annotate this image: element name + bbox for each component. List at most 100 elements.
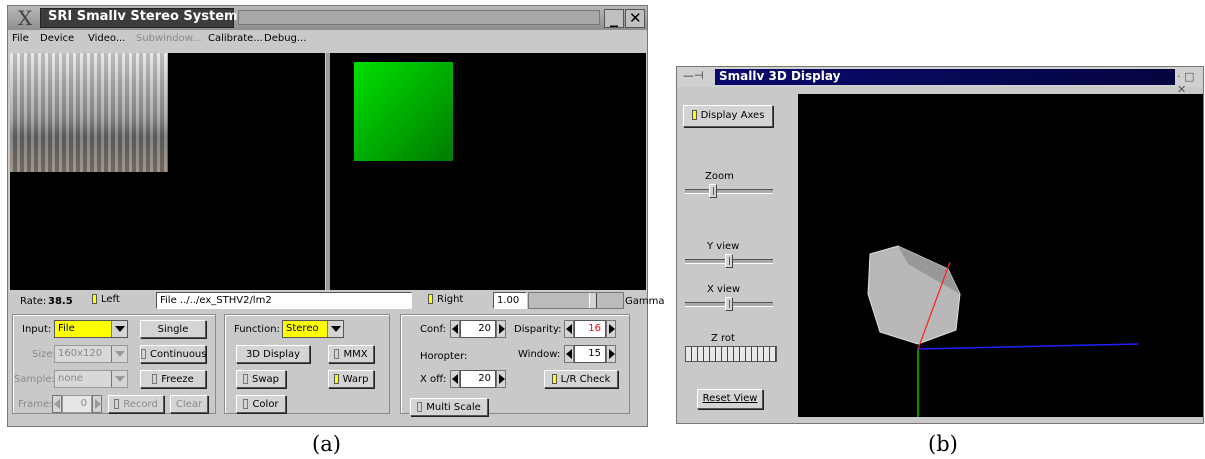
size-label: Size: [32, 349, 56, 360]
yview-label: Y view [707, 241, 740, 252]
xoff-spinner[interactable]: 20 [450, 370, 508, 388]
frame-decrement-icon[interactable] [52, 395, 62, 413]
gamma-slider[interactable] [528, 292, 624, 309]
right-toggle-label: Right [437, 294, 464, 305]
caption-a: (a) [312, 432, 341, 456]
freeze-button[interactable]: Freeze [140, 370, 206, 388]
conf-spinner[interactable]: 20 [450, 320, 508, 338]
conf-decrement-icon[interactable] [450, 320, 460, 338]
lr-check-button[interactable]: L/R Check [544, 370, 618, 388]
menu-device[interactable]: Device [40, 33, 74, 44]
menu-debug[interactable]: Debug... [264, 33, 306, 44]
warp-button[interactable]: Warp [328, 370, 374, 388]
sample-label: Sample: [14, 374, 55, 385]
file-path-field[interactable]: File ../../ex_STHV2/lm2 [156, 292, 412, 309]
conf-value[interactable]: 20 [460, 320, 496, 338]
window-decrement-icon[interactable] [564, 345, 574, 363]
multi-scale-indicator-icon [417, 402, 423, 412]
window-title: SRI Smallv Stereo System [48, 9, 238, 24]
xview-slider-knob[interactable] [725, 297, 733, 311]
right-image-pane[interactable] [330, 53, 646, 290]
clear-button[interactable]: Clear [170, 395, 208, 413]
title-bar-b[interactable]: —⊣ Smallv 3D Display · □ ✕ [677, 67, 1203, 96]
close-icon: ✕ [629, 9, 642, 27]
mmx-button[interactable]: MMX [328, 345, 374, 363]
left-image-pane[interactable] [10, 53, 325, 290]
gamma-value-field[interactable]: 1.00 [493, 292, 527, 309]
right-toggle[interactable]: Right [428, 294, 463, 305]
menu-video[interactable]: Video... [88, 33, 125, 44]
left-camera-image [10, 53, 168, 172]
xoff-value[interactable]: 20 [460, 370, 496, 388]
menu-calibrate[interactable]: Calibrate... [208, 33, 263, 44]
yview-slider[interactable] [685, 254, 773, 268]
function-select-value: Stereo [286, 323, 319, 334]
swap-indicator-icon [242, 374, 248, 384]
gamma-slider-knob[interactable] [589, 293, 597, 308]
xoff-decrement-icon[interactable] [450, 370, 460, 388]
frame-value[interactable]: 0 [62, 395, 92, 413]
menu-subwindow[interactable]: Subwindow... [136, 33, 202, 44]
zoom-label: Zoom [705, 171, 734, 182]
display-axes-indicator-icon [691, 110, 697, 120]
title-bar[interactable]: X SRI Smallv Stereo System _ ✕ [8, 6, 647, 30]
close-button[interactable]: ✕ [625, 9, 645, 28]
mmx-indicator-icon [334, 349, 340, 359]
window-spinner[interactable]: 15 [564, 345, 618, 363]
right-indicator-icon [428, 294, 433, 304]
record-button-label: Record [123, 399, 158, 410]
xview-label: X view [707, 284, 741, 295]
input-select-value: File [58, 323, 75, 334]
size-select-value: 160x120 [58, 348, 103, 359]
display-axes-label: Display Axes [700, 110, 765, 121]
yview-slider-knob[interactable] [725, 254, 733, 268]
zoom-slider[interactable] [685, 184, 773, 198]
disparity-value[interactable]: 16 [574, 320, 606, 338]
conf-increment-icon[interactable] [496, 320, 506, 338]
window-controls-icon[interactable]: · □ ✕ [1177, 70, 1203, 96]
xoff-increment-icon[interactable] [496, 370, 506, 388]
frame-increment-icon[interactable] [92, 395, 102, 413]
3d-scene [867, 245, 1139, 417]
disparity-spinner[interactable]: 16 [564, 320, 618, 338]
swap-button[interactable]: Swap [236, 370, 286, 388]
sample-select-value: none [58, 373, 83, 384]
color-indicator-icon [243, 399, 249, 409]
window-label: Window: [518, 349, 561, 360]
disparity-increment-icon[interactable] [606, 320, 616, 338]
x-logo-icon[interactable]: X [18, 6, 32, 30]
zoom-slider-knob[interactable] [709, 184, 717, 198]
left-toggle[interactable]: Left [92, 294, 120, 305]
continuous-button[interactable]: Continuous [140, 345, 206, 363]
size-select[interactable]: 160x120 [54, 345, 128, 363]
window-value[interactable]: 15 [574, 345, 606, 363]
horopter-label: Horopter: [420, 351, 468, 362]
multi-scale-button-label: Multi Scale [426, 402, 481, 413]
gamma-label: Gamma [625, 296, 665, 307]
reset-view-button[interactable]: Reset View [697, 389, 763, 409]
display-axes-button[interactable]: Display Axes [683, 105, 773, 127]
warp-indicator-icon [333, 374, 339, 384]
single-button[interactable]: Single [140, 320, 206, 338]
zrot-thumbwheel[interactable] [685, 346, 777, 362]
minimize-button[interactable]: _ [604, 8, 624, 28]
display-3d-window: —⊣ Smallv 3D Display · □ ✕ Display Axes … [676, 66, 1204, 424]
pin-icon[interactable]: —⊣ [683, 69, 704, 82]
frame-spinner[interactable]: 0 [52, 395, 104, 413]
display-3d-button[interactable]: 3D Display [236, 345, 310, 363]
frame-label: Frame: [18, 399, 53, 410]
minimize-icon: _ [610, 8, 618, 27]
zoom-slider-track [685, 189, 773, 194]
menu-file[interactable]: File [12, 33, 29, 44]
multi-scale-button[interactable]: Multi Scale [410, 398, 488, 416]
disparity-decrement-icon[interactable] [564, 320, 574, 338]
window-increment-icon[interactable] [606, 345, 616, 363]
input-select[interactable]: File [54, 320, 128, 338]
sample-select[interactable]: none [54, 370, 128, 388]
record-button[interactable]: Record [108, 395, 164, 413]
3d-view-canvas[interactable] [798, 94, 1203, 417]
function-select[interactable]: Stereo [282, 320, 344, 338]
color-button[interactable]: Color [236, 395, 286, 413]
xview-slider[interactable] [685, 297, 773, 311]
caption-b: (b) [928, 432, 958, 456]
